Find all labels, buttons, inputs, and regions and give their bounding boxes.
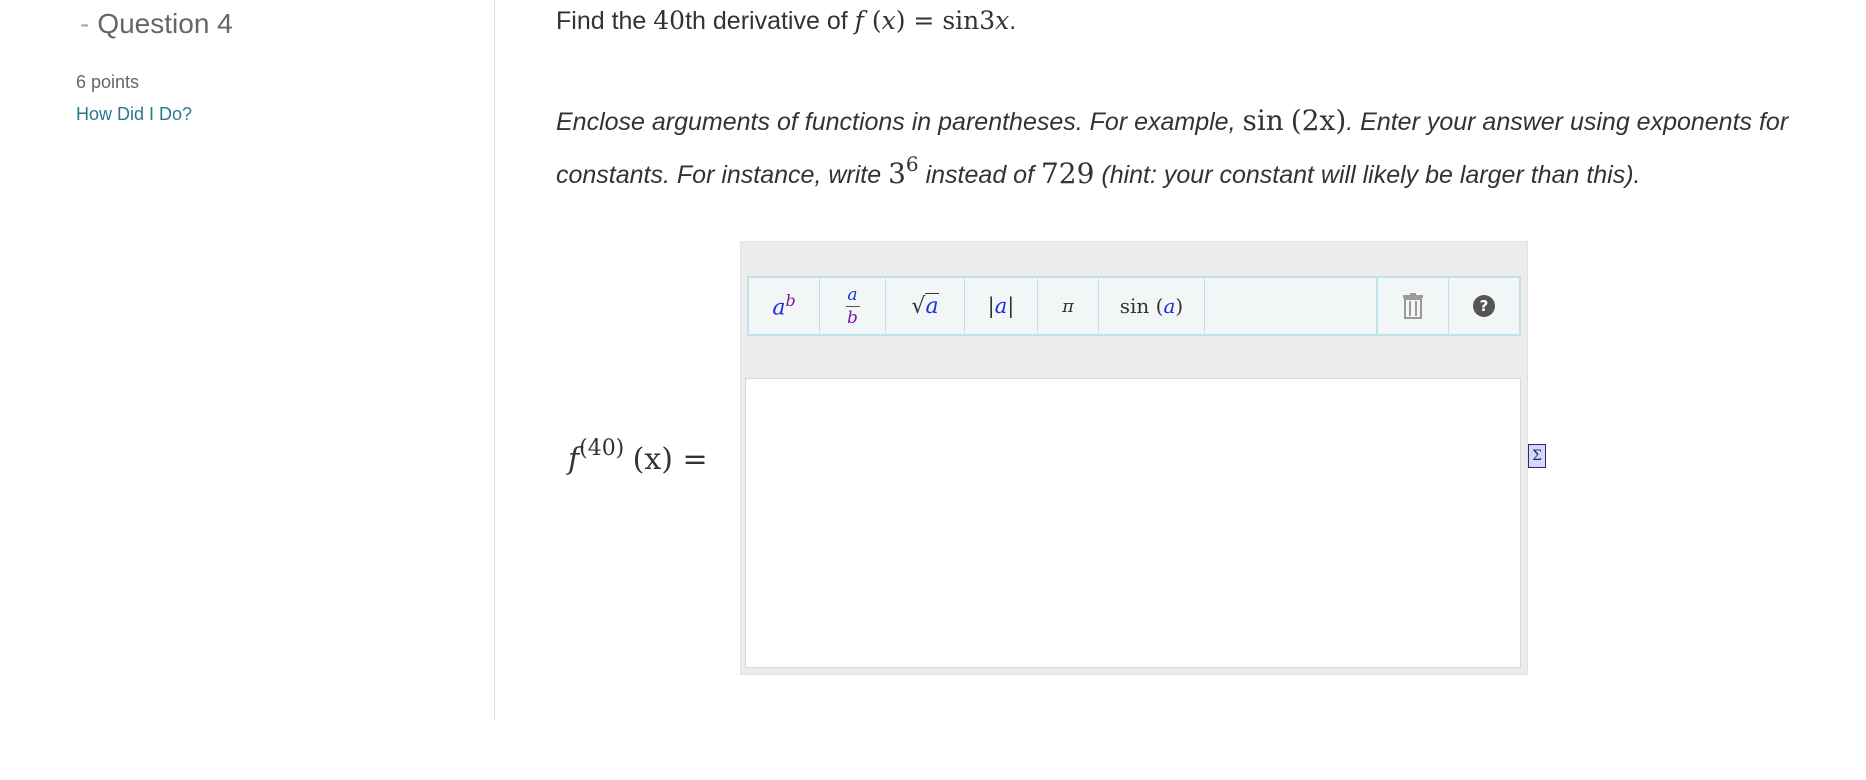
how-did-i-do-link[interactable]: How Did I Do? xyxy=(76,104,192,125)
sqrt-arg: a xyxy=(925,292,939,319)
instructions-number: 729 xyxy=(1040,157,1095,190)
collapse-dash[interactable]: - xyxy=(80,8,89,39)
fraction-bar xyxy=(845,305,860,307)
power-exp: b xyxy=(785,291,796,311)
answer-arg: (x) xyxy=(632,442,673,477)
sin-fn: sin xyxy=(1119,294,1150,318)
prompt-var: x xyxy=(881,6,896,35)
sqrt-button[interactable]: √a xyxy=(886,278,965,334)
math-toolbar: ab a b √a |a| π sin (a) ? xyxy=(747,276,1521,336)
trash-icon xyxy=(1403,293,1423,319)
prompt-rparen: ) xyxy=(895,6,906,35)
sqrt-symbol: √ xyxy=(911,293,926,319)
sin-arg: a xyxy=(1163,294,1176,318)
instructions-example-arg: (2x) xyxy=(1290,104,1347,137)
sin-button[interactable]: sin (a) xyxy=(1099,278,1205,334)
prompt-text: Find the xyxy=(556,7,654,35)
prompt-var2: x xyxy=(995,6,1010,35)
prompt-period: . xyxy=(1009,7,1017,35)
instructions: Enclose arguments of functions in parent… xyxy=(556,100,1856,196)
fraction-numerator: a xyxy=(847,284,858,305)
svg-text:?: ? xyxy=(1480,297,1489,315)
toolbar-spacer xyxy=(1205,278,1377,334)
prompt-fname: f xyxy=(854,6,864,35)
fraction-button[interactable]: a b xyxy=(820,278,886,334)
help-button[interactable]: ? xyxy=(1449,278,1519,334)
sigma-icon[interactable]: Σ xyxy=(1528,444,1546,468)
prompt-order: 40 xyxy=(653,6,686,35)
clear-button[interactable] xyxy=(1377,278,1449,334)
abs-left-bar: | xyxy=(987,294,995,318)
abs-arg: a xyxy=(994,294,1008,318)
instructions-text-4: (hint: your constant will likely be larg… xyxy=(1094,161,1641,189)
pi-symbol: π xyxy=(1062,295,1074,317)
question-sidebar: - Question 4 6 points How Did I Do? xyxy=(0,0,495,720)
power-button[interactable]: ab xyxy=(749,278,820,334)
instructions-exponent: 6 xyxy=(905,152,919,176)
abs-button[interactable]: |a| xyxy=(965,278,1038,334)
fraction-denominator: b xyxy=(847,307,858,328)
question-prompt: Find the 40th derivative of f (x) = sin3… xyxy=(556,6,1016,36)
answer-label: f(40) (x) = xyxy=(568,436,708,477)
instructions-example-func: sin xyxy=(1242,104,1284,137)
prompt-lparen: ( xyxy=(863,6,882,35)
question-points: 6 points xyxy=(76,72,140,92)
pi-button[interactable]: π xyxy=(1038,278,1099,334)
instructions-text-1: Enclose arguments of functions in parent… xyxy=(556,108,1243,136)
answer-input[interactable] xyxy=(745,378,1521,668)
instructions-text-3: instead of xyxy=(918,161,1041,189)
prompt-text-mid: th derivative of xyxy=(685,7,855,35)
abs-right-bar: | xyxy=(1007,294,1015,318)
prompt-eq: = xyxy=(905,6,943,35)
answer-order: (40) xyxy=(579,436,625,461)
question-title: - Question 4 xyxy=(80,8,233,40)
instructions-base: 3 xyxy=(888,157,906,190)
answer-eq: = xyxy=(672,442,708,477)
power-base: a xyxy=(772,295,786,321)
prompt-func: sin3 xyxy=(942,6,996,35)
math-editor: ab a b √a |a| π sin (a) ? xyxy=(740,241,1528,675)
question-title-text: Question 4 xyxy=(97,8,233,39)
question-circle-icon: ? xyxy=(1473,295,1495,317)
answer-fname: f xyxy=(568,442,580,477)
